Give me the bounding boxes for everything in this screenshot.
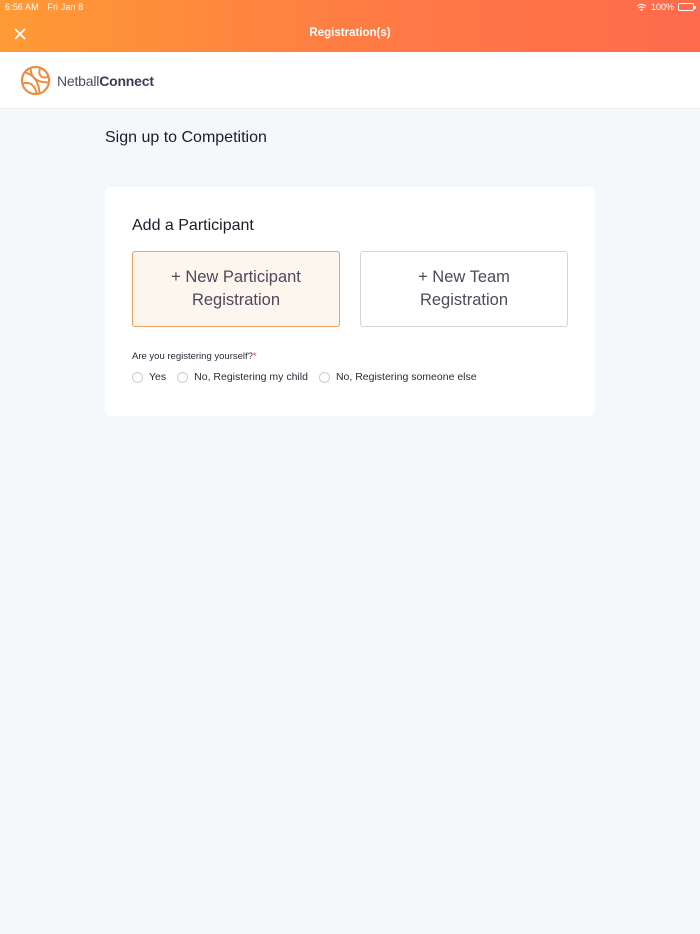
logo-text: NetballConnect <box>57 73 154 89</box>
radio-registering-my-child[interactable]: No, Registering my child <box>177 371 308 383</box>
new-team-registration-button[interactable]: + New Team Registration <box>360 251 568 327</box>
radio-yes[interactable]: Yes <box>132 371 166 383</box>
status-bar-left: 6:56 AM Fri Jan 8 <box>5 2 83 12</box>
new-team-registration-label: + New Team Registration <box>418 268 510 309</box>
battery-percent: 100% <box>650 2 674 12</box>
radio-registering-someone-else-label: No, Registering someone else <box>335 371 477 383</box>
app-header: NetballConnect <box>0 52 700 109</box>
radio-registering-my-child-label: No, Registering my child <box>194 371 308 383</box>
question-label: Are you registering yourself? <box>132 351 253 362</box>
new-participant-registration-button[interactable]: + New Participant Registration <box>132 251 340 327</box>
netball-connect-logo: NetballConnect <box>20 65 154 96</box>
status-time: 6:56 AM <box>5 2 39 12</box>
logo-text-bold: Connect <box>99 72 154 89</box>
top-bar: 6:56 AM Fri Jan 8 100% Registration(s) <box>0 0 700 52</box>
card-title: Add a Participant <box>132 217 254 234</box>
battery-icon <box>678 3 696 11</box>
wifi-icon <box>636 3 647 11</box>
radio-registering-someone-else[interactable]: No, Registering someone else <box>318 371 477 383</box>
status-bar-right: 100% <box>636 2 696 12</box>
radio-circle[interactable] <box>318 371 330 383</box>
status-date: Fri Jan 8 <box>47 2 84 12</box>
nav-title: Registration(s) <box>309 27 391 39</box>
add-participant-card: Add a Participant + New Participant Regi… <box>105 187 595 416</box>
netball-logo-icon <box>20 65 51 96</box>
required-mark: * <box>252 351 257 362</box>
registering-radio-group: Yes No, Registering my child No, Registe… <box>132 371 488 383</box>
page-title: Sign up to Competition <box>105 129 267 146</box>
radio-yes-label: Yes <box>149 371 167 383</box>
radio-circle[interactable] <box>132 371 143 383</box>
registering-yourself-question: Are you registering yourself?* <box>132 351 257 362</box>
new-participant-registration-label: + New Participant Registration <box>171 268 301 309</box>
logo-text-light: Netball <box>57 72 100 89</box>
radio-circle[interactable] <box>177 371 189 383</box>
